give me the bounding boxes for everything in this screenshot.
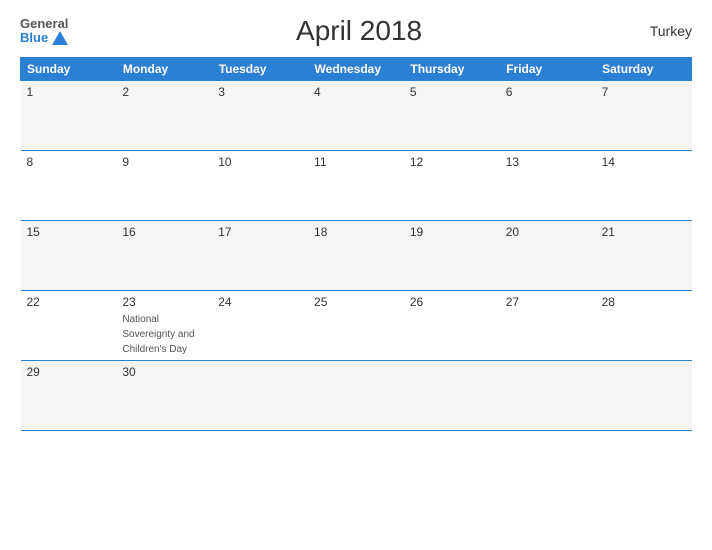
- day-number: 26: [410, 295, 494, 309]
- calendar-cell: 9: [116, 151, 212, 221]
- header-wednesday: Wednesday: [308, 58, 404, 81]
- calendar-header: Sunday Monday Tuesday Wednesday Thursday…: [21, 58, 692, 81]
- day-number: 2: [122, 85, 206, 99]
- day-number: 22: [27, 295, 111, 309]
- day-number: 10: [218, 155, 302, 169]
- calendar-cell: 8: [21, 151, 117, 221]
- calendar-cell: 26: [404, 291, 500, 361]
- calendar-cell: [404, 361, 500, 431]
- day-number: 24: [218, 295, 302, 309]
- calendar-cell: 13: [500, 151, 596, 221]
- calendar-week-row: 1234567: [21, 81, 692, 151]
- calendar-cell: 27: [500, 291, 596, 361]
- calendar-cell: 21: [596, 221, 692, 291]
- calendar-body: 1234567891011121314151617181920212223Nat…: [21, 81, 692, 431]
- day-number: 8: [27, 155, 111, 169]
- calendar-page: General Blue April 2018 Turkey Sunday Mo…: [0, 0, 712, 550]
- calendar-cell: 30: [116, 361, 212, 431]
- calendar-cell: 29: [21, 361, 117, 431]
- day-number: 30: [122, 365, 206, 379]
- day-number: 25: [314, 295, 398, 309]
- day-number: 5: [410, 85, 494, 99]
- day-number: 13: [506, 155, 590, 169]
- calendar-cell: 24: [212, 291, 308, 361]
- day-number: 7: [602, 85, 686, 99]
- day-number: 11: [314, 155, 398, 169]
- calendar-cell: 17: [212, 221, 308, 291]
- day-number: 20: [506, 225, 590, 239]
- calendar-cell: 18: [308, 221, 404, 291]
- calendar-cell: 7: [596, 81, 692, 151]
- day-number: 15: [27, 225, 111, 239]
- day-number: 1: [27, 85, 111, 99]
- day-number: 12: [410, 155, 494, 169]
- logo-general-text: General: [20, 17, 68, 31]
- calendar-cell: 16: [116, 221, 212, 291]
- day-number: 19: [410, 225, 494, 239]
- day-number: 17: [218, 225, 302, 239]
- day-number: 9: [122, 155, 206, 169]
- calendar-cell: 23 National Sovereignty and Children's Da…: [116, 291, 212, 361]
- logo: General Blue: [20, 17, 68, 46]
- calendar-cell: 2: [116, 81, 212, 151]
- calendar-week-row: 22 23 National Sovereignty and Children's …: [21, 291, 692, 361]
- day-number: 4: [314, 85, 398, 99]
- weekday-header-row: Sunday Monday Tuesday Wednesday Thursday…: [21, 58, 692, 81]
- header-tuesday: Tuesday: [212, 58, 308, 81]
- logo-triangle-icon: [52, 31, 68, 45]
- day-number: 28: [602, 295, 686, 309]
- calendar-table: Sunday Monday Tuesday Wednesday Thursday…: [20, 57, 692, 431]
- calendar-cell: 19: [404, 221, 500, 291]
- header-friday: Friday: [500, 58, 596, 81]
- header-thursday: Thursday: [404, 58, 500, 81]
- calendar-week-row: 89 10 11 12 13 14: [21, 151, 692, 221]
- header: General Blue April 2018 Turkey: [20, 15, 692, 47]
- calendar-cell: 1: [21, 81, 117, 151]
- calendar-cell: 25: [308, 291, 404, 361]
- day-number: 21: [602, 225, 686, 239]
- day-number: 14: [602, 155, 686, 169]
- calendar-cell: [500, 361, 596, 431]
- calendar-cell: 5: [404, 81, 500, 151]
- logo-blue-text: Blue: [20, 31, 48, 45]
- calendar-cell: 14: [596, 151, 692, 221]
- calendar-cell: 3: [212, 81, 308, 151]
- header-sunday: Sunday: [21, 58, 117, 81]
- calendar-cell: 12: [404, 151, 500, 221]
- calendar-week-row: 15 16 17 18 19 20 21: [21, 221, 692, 291]
- day-number: 18: [314, 225, 398, 239]
- header-monday: Monday: [116, 58, 212, 81]
- calendar-cell: 10: [212, 151, 308, 221]
- calendar-cell: 20: [500, 221, 596, 291]
- day-number: 6: [506, 85, 590, 99]
- calendar-cell: 11: [308, 151, 404, 221]
- calendar-week-row: 29 30: [21, 361, 692, 431]
- day-number: 29: [27, 365, 111, 379]
- calendar-cell: 22: [21, 291, 117, 361]
- country-label: Turkey: [650, 23, 692, 39]
- day-number: 3: [218, 85, 302, 99]
- header-saturday: Saturday: [596, 58, 692, 81]
- calendar-cell: 6: [500, 81, 596, 151]
- day-number: 16: [122, 225, 206, 239]
- day-number: 27: [506, 295, 590, 309]
- calendar-cell: [596, 361, 692, 431]
- calendar-cell: 15: [21, 221, 117, 291]
- calendar-cell: [212, 361, 308, 431]
- calendar-cell: [308, 361, 404, 431]
- day-event: National Sovereignty and Children's Day: [122, 314, 194, 355]
- calendar-cell: 28: [596, 291, 692, 361]
- day-number: 23: [122, 295, 206, 309]
- calendar-cell: 4: [308, 81, 404, 151]
- calendar-title: April 2018: [68, 15, 649, 47]
